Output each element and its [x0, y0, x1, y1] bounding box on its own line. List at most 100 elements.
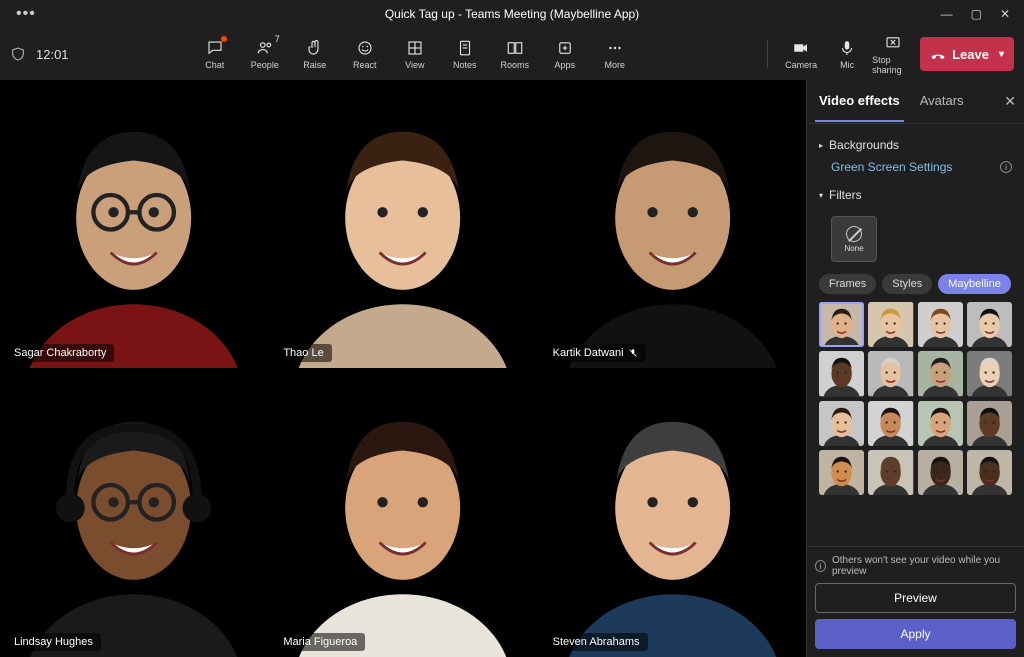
- chip-frames[interactable]: Frames: [819, 274, 876, 294]
- video-feed: [0, 80, 267, 368]
- tab-video-effects[interactable]: Video effects: [815, 81, 904, 122]
- video-feed: [539, 370, 806, 657]
- people-label: People: [251, 60, 279, 70]
- raise-label: Raise: [303, 60, 326, 70]
- privacy-shield-icon[interactable]: [10, 45, 26, 63]
- people-icon: [256, 39, 274, 57]
- leave-label: Leave: [952, 47, 989, 62]
- filter-thumbnail[interactable]: [819, 401, 864, 446]
- filter-thumbnail-grid: [819, 302, 1012, 495]
- participant-tile[interactable]: Sagar Chakraborty: [0, 80, 267, 368]
- participant-tile[interactable]: Thao Le: [269, 80, 536, 368]
- chip-maybelline[interactable]: Maybelline: [938, 274, 1011, 294]
- filter-thumbnail[interactable]: [819, 302, 864, 347]
- rooms-button[interactable]: Rooms: [494, 32, 536, 76]
- preview-warning: i Others won't see your video while you …: [815, 555, 1016, 577]
- leave-button[interactable]: Leave ▾: [920, 37, 1014, 71]
- filter-thumbnail[interactable]: [819, 450, 864, 495]
- participant-tile[interactable]: Lindsay Hughes: [0, 370, 267, 657]
- chat-button[interactable]: Chat: [194, 32, 236, 76]
- preview-button[interactable]: Preview: [815, 583, 1016, 613]
- participant-nameplate: Steven Abrahams: [545, 633, 648, 651]
- raise-icon: [306, 39, 324, 57]
- hang-up-icon: [930, 46, 946, 62]
- preview-warning-text: Others won't see your video while you pr…: [832, 555, 1016, 577]
- filter-none[interactable]: None: [831, 216, 877, 262]
- filter-thumbnail[interactable]: [967, 351, 1012, 396]
- backgrounds-label: Backgrounds: [829, 138, 899, 152]
- chevron-right-icon: ▸: [819, 141, 823, 150]
- chip-styles[interactable]: Styles: [882, 274, 932, 294]
- view-label: View: [405, 60, 424, 70]
- camera-button[interactable]: Camera: [780, 32, 822, 76]
- green-screen-link[interactable]: Green Screen Settings i: [819, 160, 1012, 174]
- filter-thumbnail[interactable]: [967, 450, 1012, 495]
- filter-thumbnail[interactable]: [918, 351, 963, 396]
- notes-button[interactable]: Notes: [444, 32, 486, 76]
- section-filters[interactable]: ▾ Filters: [819, 182, 1012, 208]
- apps-icon: [556, 39, 574, 57]
- close-window-icon[interactable]: ✕: [1000, 7, 1010, 21]
- mic-muted-icon: [628, 348, 638, 358]
- titlebar: ••• Quick Tag up - Teams Meeting (Maybel…: [0, 0, 1024, 28]
- video-feed: [269, 370, 536, 657]
- close-panel-icon[interactable]: ✕: [1004, 93, 1016, 110]
- view-button[interactable]: View: [394, 32, 436, 76]
- participant-nameplate: Maria Figueroa: [275, 633, 365, 651]
- participant-name: Lindsay Hughes: [14, 636, 93, 648]
- participant-tile[interactable]: Kartik Datwani: [539, 80, 806, 368]
- react-button[interactable]: React: [344, 32, 386, 76]
- filter-thumbnail[interactable]: [967, 401, 1012, 446]
- participant-nameplate: Lindsay Hughes: [6, 633, 101, 651]
- green-screen-label: Green Screen Settings: [831, 160, 952, 174]
- filter-thumbnail[interactable]: [868, 351, 913, 396]
- participant-tile[interactable]: Maria Figueroa: [269, 370, 536, 657]
- none-label: None: [844, 244, 863, 253]
- mic-icon: [838, 39, 856, 57]
- filter-thumbnail[interactable]: [967, 302, 1012, 347]
- more-menu-icon[interactable]: •••: [16, 5, 36, 23]
- participant-name: Sagar Chakraborty: [14, 347, 106, 359]
- notes-icon: [456, 39, 474, 57]
- participant-name: Kartik Datwani: [553, 347, 624, 359]
- camera-label: Camera: [785, 60, 817, 70]
- section-backgrounds[interactable]: ▸ Backgrounds: [819, 132, 1012, 158]
- maximize-icon[interactable]: ▢: [971, 7, 982, 21]
- filter-thumbnail[interactable]: [868, 450, 913, 495]
- raise-button[interactable]: Raise: [294, 32, 336, 76]
- filter-thumbnail[interactable]: [918, 302, 963, 347]
- more-icon: [606, 39, 624, 57]
- chevron-down-icon[interactable]: ▾: [999, 49, 1004, 60]
- notes-label: Notes: [453, 60, 477, 70]
- meeting-toolbar: 12:01 Chat7PeopleRaiseReactViewNotesRoom…: [0, 28, 1024, 80]
- minimize-icon[interactable]: —: [941, 7, 953, 21]
- chat-label: Chat: [205, 60, 224, 70]
- filter-thumbnail[interactable]: [918, 450, 963, 495]
- rooms-label: Rooms: [501, 60, 530, 70]
- participant-nameplate: Kartik Datwani: [545, 344, 646, 362]
- participant-tile[interactable]: Steven Abrahams: [539, 370, 806, 657]
- participant-nameplate: Thao Le: [275, 344, 331, 362]
- filter-thumbnail[interactable]: [819, 351, 864, 396]
- react-label: React: [353, 60, 377, 70]
- video-grid: Sagar Chakraborty Thao Le Kartik Datwani Li…: [0, 80, 806, 657]
- video-feed: [269, 80, 536, 368]
- stop-sharing-button[interactable]: Stop sharing: [872, 32, 914, 76]
- participant-name: Maria Figueroa: [283, 636, 357, 648]
- video-feed: [0, 370, 267, 657]
- more-button[interactable]: More: [594, 32, 636, 76]
- stop-sharing-icon: [884, 34, 902, 52]
- no-filter-icon: [846, 226, 862, 242]
- info-icon[interactable]: i: [1000, 161, 1012, 173]
- mic-label: Mic: [840, 60, 854, 70]
- apps-button[interactable]: Apps: [544, 32, 586, 76]
- participant-nameplate: Sagar Chakraborty: [6, 344, 114, 362]
- people-button[interactable]: 7People: [244, 32, 286, 76]
- filters-label: Filters: [829, 188, 862, 202]
- apply-button[interactable]: Apply: [815, 619, 1016, 649]
- tab-avatars[interactable]: Avatars: [916, 81, 968, 122]
- filter-thumbnail[interactable]: [868, 401, 913, 446]
- mic-button[interactable]: Mic: [826, 32, 868, 76]
- filter-thumbnail[interactable]: [918, 401, 963, 446]
- filter-thumbnail[interactable]: [868, 302, 913, 347]
